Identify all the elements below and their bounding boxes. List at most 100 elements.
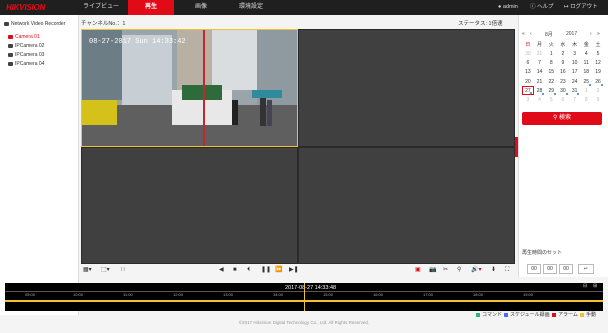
calendar-day[interactable]: 19	[592, 68, 604, 77]
calendar-day[interactable]: 31	[534, 49, 546, 58]
zoom-icon[interactable]: ⚲	[457, 267, 461, 274]
search-icon: ⚲	[552, 115, 558, 121]
calendar-day[interactable]: 22	[545, 77, 557, 86]
camera-item-4[interactable]: IPCamera 04	[8, 61, 44, 67]
frame-step-icon[interactable]: ▶❚	[289, 267, 299, 274]
calendar-day[interactable]: 13	[522, 68, 534, 77]
legend-swatch	[504, 312, 508, 317]
calendar-day[interactable]: 6	[557, 95, 569, 104]
calendar-day[interactable]: 9	[557, 58, 569, 67]
calendar-day[interactable]: 3	[522, 95, 534, 104]
nav-liveview[interactable]: ライブビュー	[78, 0, 124, 15]
calendar-day[interactable]: 26	[592, 77, 604, 87]
calendar-day[interactable]: 7	[569, 95, 581, 104]
calendar-day[interactable]: 10	[569, 58, 581, 67]
nav-playback[interactable]: 再生	[128, 0, 174, 15]
calendar-next-month[interactable]: ›	[590, 31, 592, 37]
calendar-day[interactable]: 5	[592, 49, 604, 58]
calendar-day[interactable]: 12	[592, 58, 604, 67]
user-menu[interactable]: ● admin	[498, 0, 518, 15]
calendar-day[interactable]: 21	[534, 77, 546, 86]
video-pane-2[interactable]	[298, 29, 515, 147]
second-input[interactable]: 00	[559, 264, 573, 274]
calendar-day[interactable]: 18	[580, 68, 592, 77]
logout-label: ログアウト	[570, 4, 598, 10]
camera-item-1[interactable]: Camera 01	[8, 34, 40, 40]
slow-icon[interactable]: ⏴	[247, 267, 250, 274]
stream-icon[interactable]: ∷	[121, 267, 125, 274]
legend-label: スケジュール録画	[510, 312, 550, 318]
search-button[interactable]: ⚲ 検索	[522, 112, 602, 125]
calendar-day[interactable]: 4	[580, 49, 592, 58]
audio-icon[interactable]: 🔊▾	[471, 267, 481, 274]
calendar-day[interactable]: 29	[545, 86, 557, 96]
calendar-day[interactable]: 5	[545, 95, 557, 104]
timeline-tick-label: 12:00	[173, 292, 184, 297]
user-icon: ●	[498, 4, 502, 10]
calendar-day[interactable]: 6	[522, 58, 534, 67]
fullscreen-icon[interactable]: ⛶	[505, 267, 509, 274]
calendar-day[interactable]: 24	[569, 77, 581, 86]
weekday-header: 日	[525, 42, 531, 48]
calendar-day[interactable]: 11	[580, 58, 592, 67]
video-pane-4[interactable]	[298, 147, 515, 264]
camera-icon	[8, 34, 13, 39]
timeline-bar[interactable]: 2017-08-27 14:33:48 05:00 10:00 11:00 12:00…	[5, 283, 603, 311]
legend-label: 手動	[586, 312, 597, 318]
hour-input[interactable]: 00	[527, 264, 541, 274]
calendar-day[interactable]: 7	[534, 58, 546, 67]
calendar-next-year[interactable]: »	[597, 31, 600, 37]
capture-icon[interactable]: 📷	[429, 267, 436, 274]
timeline-zoom-in-icon[interactable]: ⊞	[593, 283, 597, 289]
stop-icon[interactable]: ■	[233, 267, 237, 274]
calendar-day[interactable]: 30	[557, 86, 569, 96]
calendar-year[interactable]: 2017	[566, 31, 577, 37]
pause-icon[interactable]: ❚❚	[261, 267, 271, 274]
timeline-zoom-out-icon[interactable]: ⊟	[583, 283, 587, 289]
calendar-day[interactable]: 8	[545, 58, 557, 67]
calendar-day[interactable]: 28	[534, 86, 546, 96]
video-pane-3[interactable]	[81, 147, 298, 264]
calendar-day[interactable]: 9	[592, 95, 604, 104]
nav-config[interactable]: 環境設定	[228, 0, 274, 15]
clip-icon[interactable]: ✂	[443, 267, 448, 274]
calendar-day[interactable]: 20	[522, 77, 534, 86]
calendar-day[interactable]: 31	[569, 86, 581, 96]
fullscreen-split-icon[interactable]: ⬚▾	[101, 267, 110, 274]
fast-forward-icon[interactable]: ⏩	[275, 267, 282, 274]
download-icon[interactable]: ⬇	[491, 267, 496, 274]
camera-icon	[8, 61, 13, 66]
calendar-month[interactable]: 8月	[545, 31, 553, 38]
calendar-day[interactable]: 15	[545, 68, 557, 77]
calendar-day[interactable]: 17	[569, 68, 581, 77]
calendar-day[interactable]: 8	[580, 95, 592, 104]
nav-picture[interactable]: 画像	[178, 0, 224, 15]
nvr-root[interactable]: Network Video Recorder	[4, 21, 65, 27]
calendar-day[interactable]: 27	[522, 86, 534, 96]
calendar-day[interactable]: 1	[580, 86, 592, 95]
calendar-day[interactable]: 1	[545, 49, 557, 58]
camera-item-3[interactable]: IPCamera 03	[8, 52, 44, 58]
help-link[interactable]: ⓘ ヘルプ	[530, 0, 554, 15]
calendar-day[interactable]: 2	[557, 49, 569, 58]
calendar-prev-year[interactable]: «	[522, 31, 525, 37]
legend-label: コマンド	[482, 312, 503, 318]
calendar-day[interactable]: 16	[557, 68, 569, 77]
camera-item-2[interactable]: IPCamera 02	[8, 43, 44, 49]
calendar-day[interactable]: 25	[580, 77, 592, 87]
minute-input[interactable]: 00	[543, 264, 557, 274]
window-split-icon[interactable]: ▦▾	[83, 267, 92, 274]
calendar-day[interactable]: 23	[557, 77, 569, 86]
video-pane-1[interactable]: 08-27-2017 Sun 14:33:42	[81, 29, 298, 147]
stop-all-icon[interactable]: ▣	[415, 267, 421, 274]
logout-link[interactable]: ↦ ログアウト	[564, 0, 598, 15]
reverse-play-icon[interactable]: ◀	[219, 267, 224, 274]
set-time-button[interactable]: ↵	[578, 264, 594, 274]
calendar-day[interactable]: 2	[592, 86, 604, 95]
calendar-day[interactable]: 14	[534, 68, 546, 77]
calendar-day[interactable]: 4	[534, 95, 546, 104]
calendar-day[interactable]: 30	[522, 49, 534, 58]
timeline-cursor[interactable]	[304, 283, 305, 311]
calendar-prev-month[interactable]: ‹	[530, 31, 532, 37]
calendar-day[interactable]: 3	[569, 49, 581, 58]
